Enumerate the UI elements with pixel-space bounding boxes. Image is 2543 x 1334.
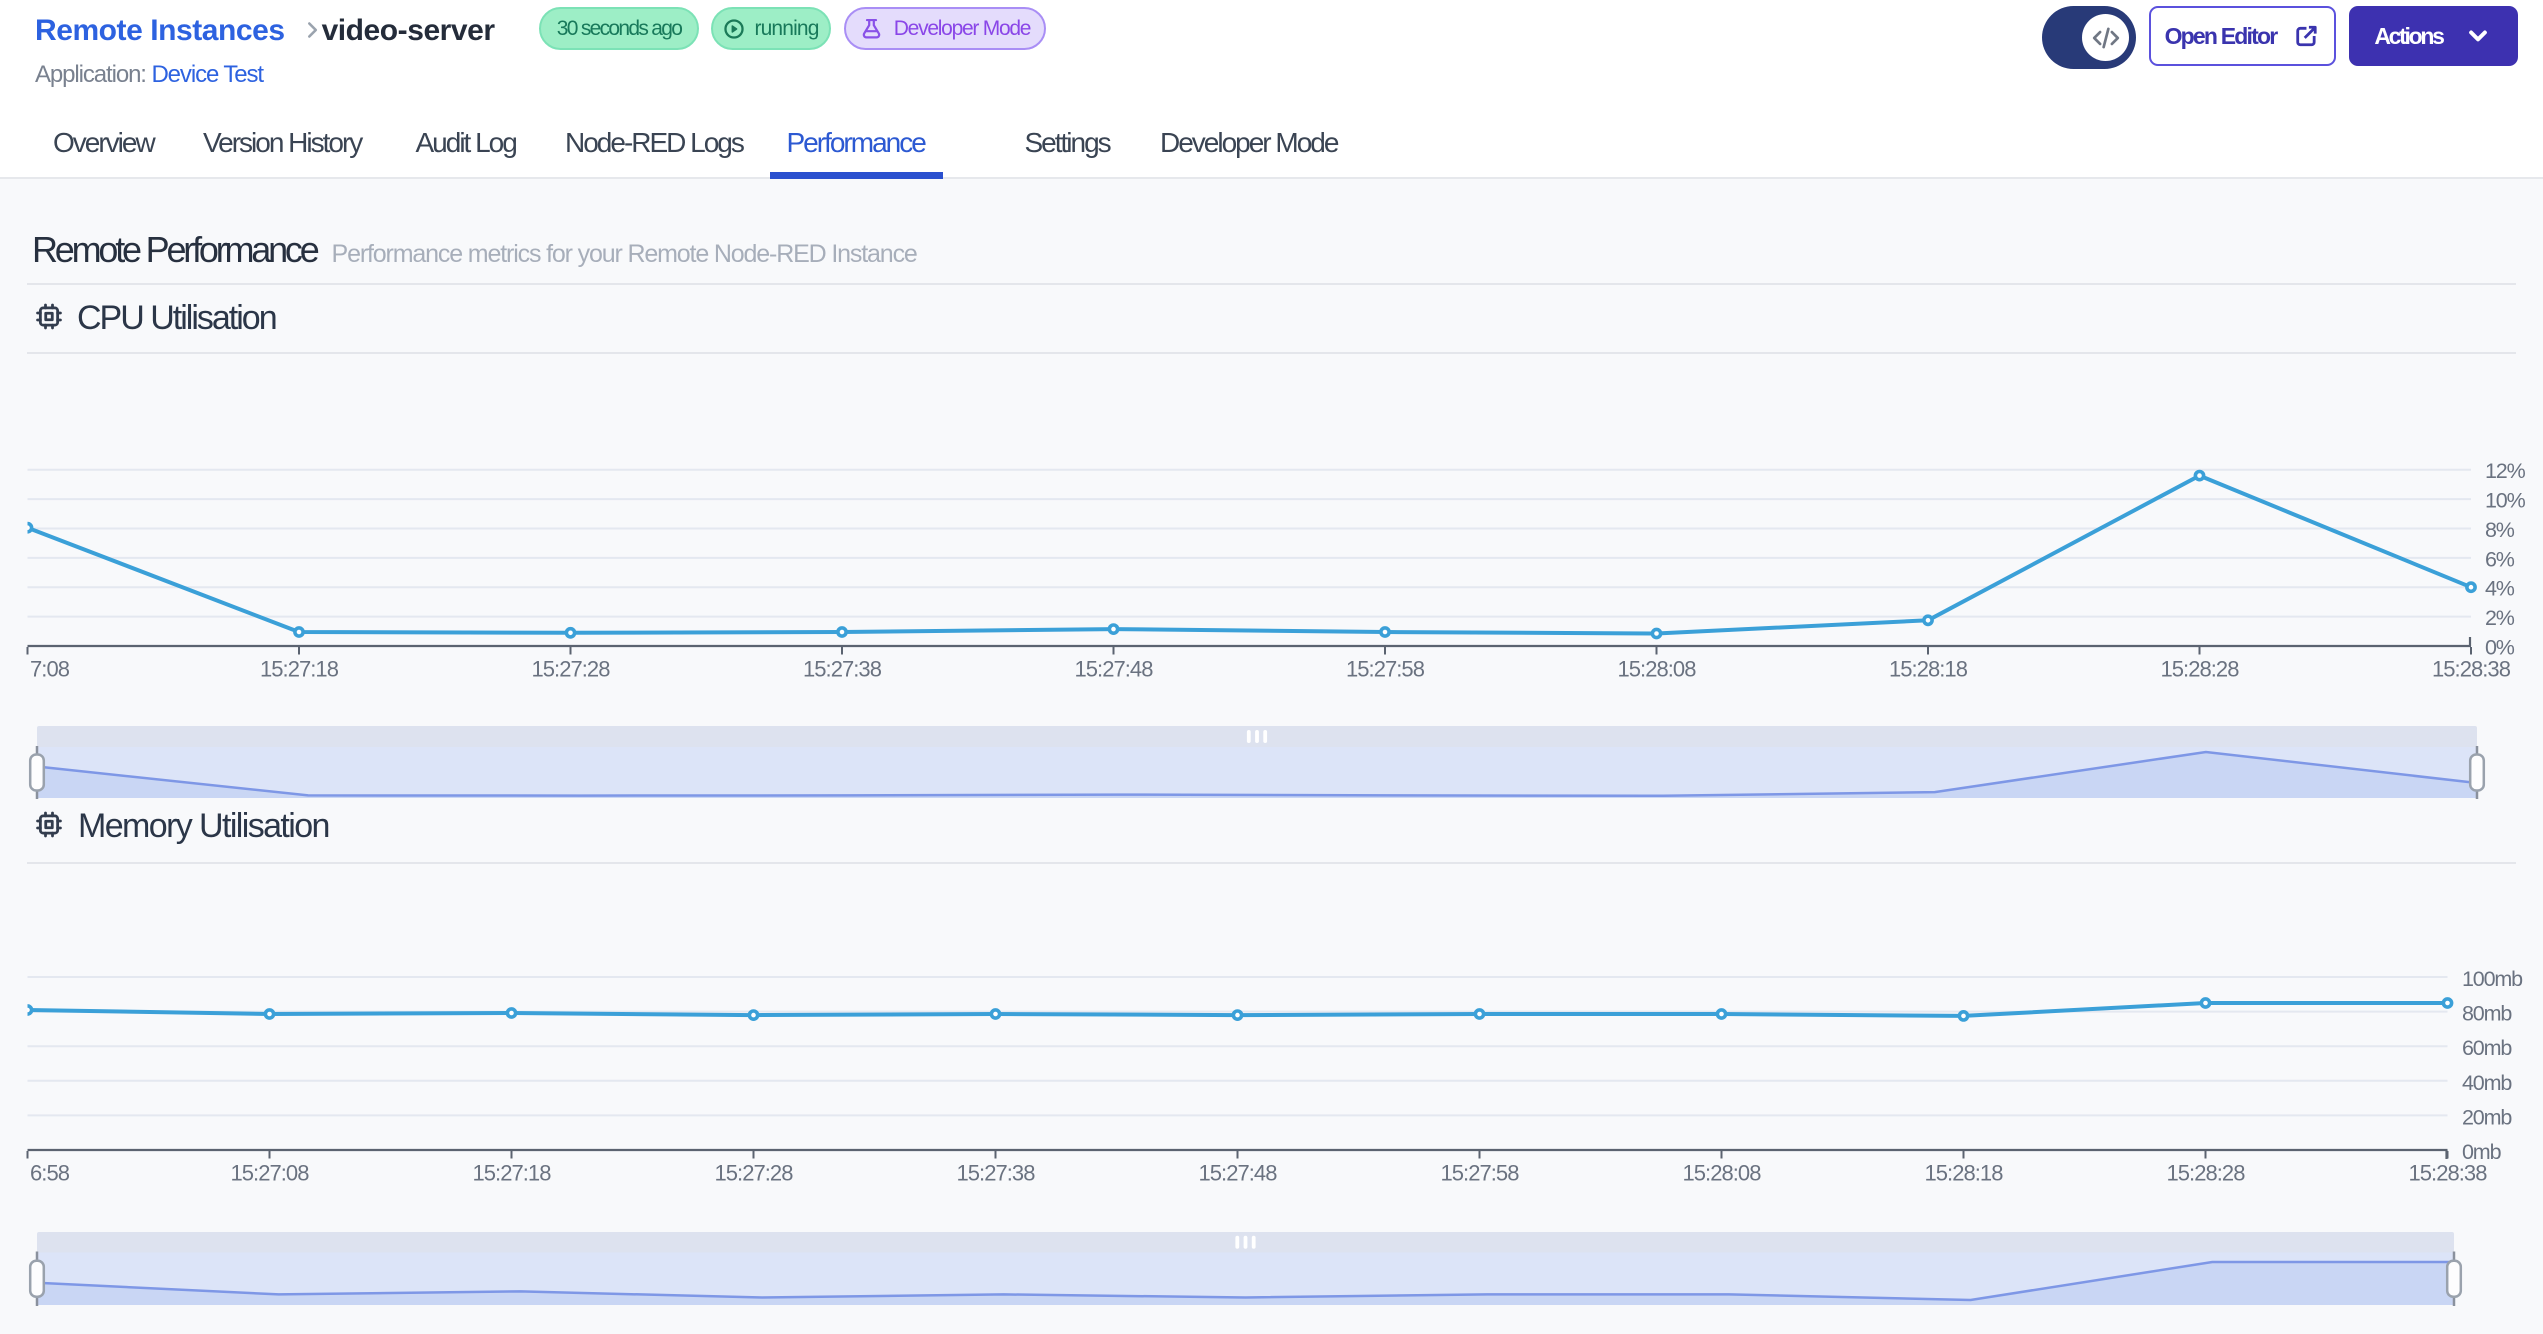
svg-text:6:58: 6:58: [30, 1161, 70, 1186]
svg-text:15:28:08: 15:28:08: [1682, 1161, 1761, 1186]
svg-text:15:27:18: 15:27:18: [260, 657, 339, 682]
svg-text:15:28:38: 15:28:38: [2408, 1161, 2487, 1186]
svg-text:0mb: 0mb: [2462, 1140, 2502, 1164]
svg-text:20mb: 20mb: [2462, 1105, 2512, 1129]
svg-text:15:27:38: 15:27:38: [956, 1161, 1035, 1186]
svg-text:15:28:28: 15:28:28: [2166, 1161, 2245, 1186]
svg-text:7:08: 7:08: [30, 657, 70, 682]
svg-text:15:28:18: 15:28:18: [1889, 657, 1968, 682]
svg-text:15:27:48: 15:27:48: [1198, 1161, 1277, 1186]
svg-text:10%: 10%: [2485, 489, 2526, 513]
svg-text:6%: 6%: [2485, 547, 2515, 571]
svg-text:4%: 4%: [2485, 577, 2515, 601]
svg-text:15:27:48: 15:27:48: [1074, 657, 1153, 682]
svg-text:15:28:18: 15:28:18: [1924, 1161, 2003, 1186]
svg-text:15:27:28: 15:27:28: [714, 1161, 793, 1186]
svg-text:15:28:28: 15:28:28: [2160, 657, 2239, 682]
svg-text:15:27:18: 15:27:18: [472, 1161, 551, 1186]
svg-text:60mb: 60mb: [2462, 1036, 2512, 1060]
svg-text:15:27:58: 15:27:58: [1346, 657, 1425, 682]
svg-text:15:27:38: 15:27:38: [803, 657, 882, 682]
svg-text:8%: 8%: [2485, 518, 2515, 542]
svg-text:15:28:08: 15:28:08: [1617, 657, 1696, 682]
svg-text:2%: 2%: [2485, 606, 2515, 630]
svg-text:100mb: 100mb: [2462, 967, 2523, 991]
svg-text:40mb: 40mb: [2462, 1071, 2512, 1095]
svg-text:15:28:38: 15:28:38: [2432, 657, 2511, 682]
svg-text:80mb: 80mb: [2462, 1002, 2512, 1026]
svg-text:12%: 12%: [2485, 459, 2526, 483]
svg-text:15:27:28: 15:27:28: [531, 657, 610, 682]
svg-text:15:27:08: 15:27:08: [230, 1161, 309, 1186]
svg-text:0%: 0%: [2485, 636, 2515, 660]
svg-text:15:27:58: 15:27:58: [1440, 1161, 1519, 1186]
